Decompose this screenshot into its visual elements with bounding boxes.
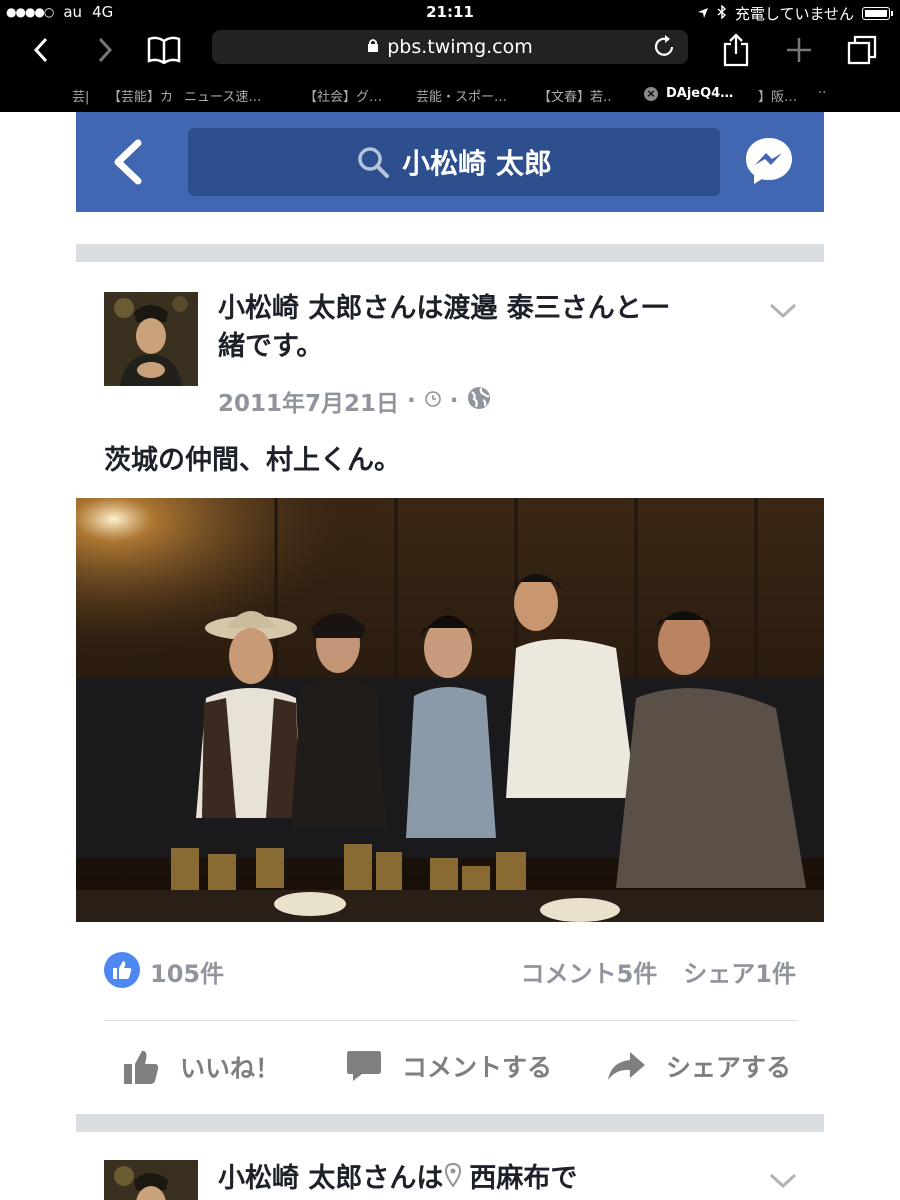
status-bar: ●●●●○ au 4G 21:11 充電していません [0, 0, 900, 24]
share-count[interactable]: シェア1件 [683, 954, 796, 989]
post-photo[interactable] [76, 498, 824, 922]
facebook-header: 小松崎 太郎 [76, 112, 824, 212]
tab-item[interactable]: 芸能・スポー… [416, 86, 508, 105]
search-icon [358, 147, 390, 178]
chevron-down-icon[interactable] [768, 1172, 798, 1194]
post-title-line2: 緒です。 [218, 331, 324, 362]
like-button[interactable]: いいね！ [122, 1048, 280, 1086]
location-arrow-icon [697, 5, 709, 23]
post-title[interactable]: 小松崎 太郎さんは渡邉 泰三さんと一 緒です。 [218, 290, 669, 366]
tab-strip: 芸| 【芸能】カ ニュース速… 【社会】グ… 芸能・スポー… 【文春】若… × D… [0, 78, 900, 112]
section-separator [76, 1114, 824, 1132]
lock-icon [367, 36, 379, 58]
tab-item[interactable]: 】阪… [758, 86, 808, 105]
next-post-author-text: 小松崎 太郎さんは [218, 1163, 444, 1194]
new-tab-button[interactable] [784, 30, 814, 70]
reaction-stats: 105件 コメント5件 シェア1件 [104, 950, 796, 990]
forward-button[interactable] [92, 30, 118, 70]
post-body-text: 茨城の仲間、村上くん。 [104, 445, 401, 476]
thumbs-up-icon [124, 1050, 159, 1084]
tab-item[interactable]: 【社会】グ… [304, 86, 384, 105]
tab-item[interactable]: ニュース速… [184, 86, 274, 105]
search-query: 小松崎 太郎 [402, 147, 552, 180]
messenger-icon[interactable] [744, 136, 794, 186]
bluetooth-icon [717, 3, 727, 23]
thumbs-up-icon[interactable] [104, 952, 140, 988]
share-button[interactable]: シェアする [606, 1048, 791, 1084]
comment-icon [347, 1051, 381, 1081]
share-arrow-icon [608, 1052, 645, 1080]
address-bar[interactable]: pbs.twimg.com [212, 30, 688, 64]
tab-item[interactable]: 【芸能】カ [108, 86, 172, 105]
tab-item[interactable]: 【文春】若… [538, 86, 612, 105]
next-post-title[interactable]: 小松崎 太郎さんは 西麻布で [218, 1160, 577, 1198]
next-post-location[interactable]: 西麻布で [469, 1160, 577, 1198]
next-post-header: 小松崎 太郎さんは 西麻布で [76, 1132, 824, 1200]
avatar[interactable] [104, 292, 198, 386]
meta-separator: · [407, 388, 416, 414]
post-meta: 2011年7月21日 · · [218, 384, 491, 418]
tabs-overview-button[interactable] [846, 30, 878, 70]
close-tab-icon[interactable]: × [644, 87, 658, 101]
tab-item-active[interactable]: × DAjeQ4… [644, 86, 752, 101]
battery-icon [862, 7, 893, 20]
post-actions: いいね！ コメントする シェアする [104, 1042, 796, 1092]
location-pin-icon [445, 1160, 462, 1198]
meta-separator: · [449, 388, 459, 414]
tab-label: DAjeQ4… [666, 86, 734, 101]
back-arrow-icon[interactable] [110, 137, 144, 191]
comment-count[interactable]: コメント5件 [521, 954, 658, 989]
like-label: いいね！ [180, 1054, 281, 1083]
divider [104, 1020, 796, 1021]
tab-item[interactable]: 芸| [72, 86, 92, 105]
post-title-line1: 小松崎 太郎さんは渡邉 泰三さんと一 [218, 293, 669, 324]
share-button[interactable] [722, 30, 750, 70]
search-box[interactable]: 小松崎 太郎 [188, 128, 720, 196]
globe-icon [467, 386, 491, 416]
bookmarks-button[interactable] [146, 30, 182, 70]
url-text: pbs.twimg.com [387, 36, 533, 58]
section-separator [76, 244, 824, 262]
share-label: シェアする [666, 1053, 792, 1082]
reload-icon[interactable] [654, 34, 676, 63]
like-count[interactable]: 105件 [150, 954, 224, 989]
browser-toolbar: pbs.twimg.com [0, 24, 900, 78]
tab-overflow[interactable]: ·· [818, 86, 838, 101]
chevron-down-icon[interactable] [768, 302, 798, 324]
post-header: 小松崎 太郎さんは渡邉 泰三さんと一 緒です。 2011年7月21日 · · [76, 262, 824, 422]
comment-label: コメントする [402, 1053, 553, 1082]
comment-button[interactable]: コメントする [346, 1048, 552, 1084]
post-date[interactable]: 2011年7月21日 [218, 384, 399, 418]
clock-icon [424, 388, 442, 414]
avatar[interactable] [104, 1160, 198, 1200]
charging-status: 充電していません [734, 5, 854, 23]
back-button[interactable] [28, 30, 54, 70]
